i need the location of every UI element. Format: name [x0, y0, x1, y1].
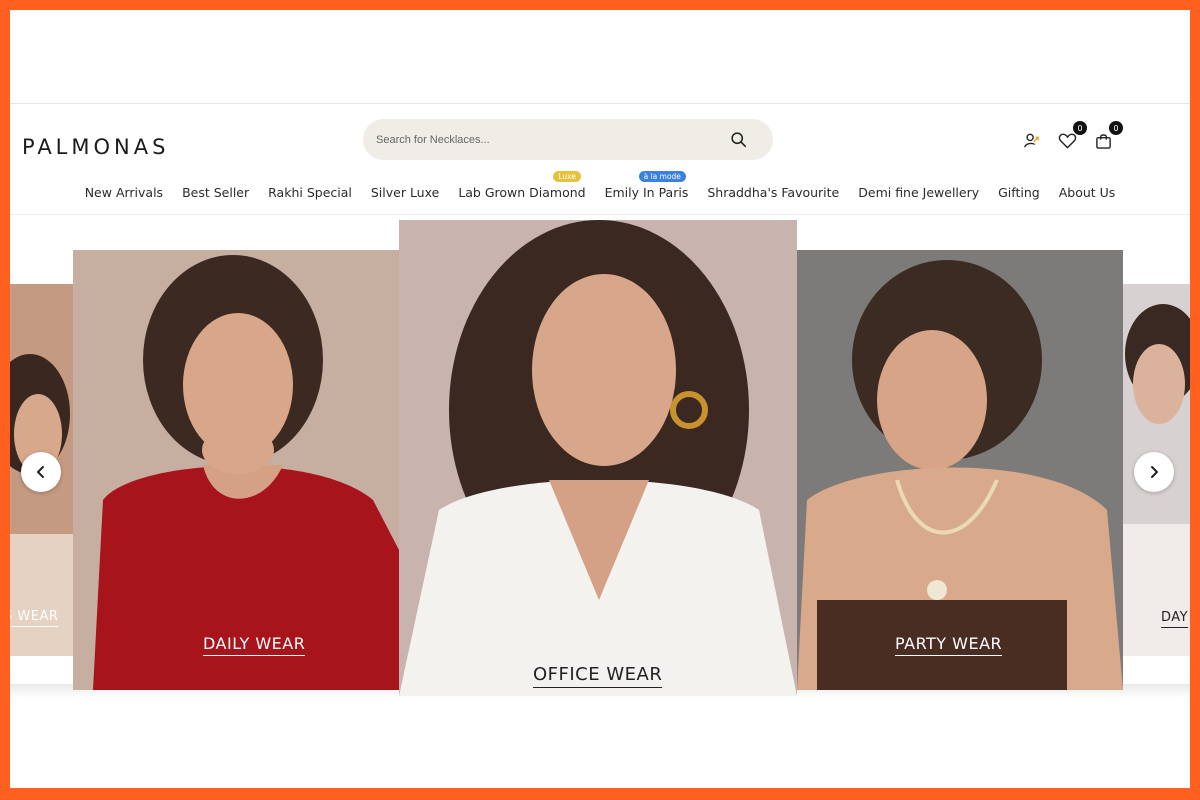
- chevron-left-icon: [37, 466, 44, 478]
- slide-image: [399, 220, 797, 696]
- nav-item-silver-luxe[interactable]: Silver Luxe: [371, 185, 439, 200]
- nav-item-shraddhas-favourite[interactable]: Shraddha's Favourite: [707, 185, 839, 200]
- search-icon[interactable]: [730, 131, 747, 148]
- nav-item-gifting[interactable]: Gifting: [998, 185, 1040, 200]
- cart-count-badge: 0: [1109, 121, 1123, 135]
- nav-item-label: Emily In Paris: [604, 185, 689, 200]
- slide-label: OFFICE WEAR: [533, 664, 663, 688]
- search-bar: [363, 119, 773, 160]
- carousel-prev-button[interactable]: [21, 452, 61, 492]
- nav-item-label: Lab Grown Diamond: [458, 185, 586, 200]
- carousel-next-button[interactable]: [1134, 452, 1174, 492]
- luxe-tag: Luxe: [553, 171, 581, 182]
- header-actions: 0 0: [1020, 121, 1123, 152]
- nav-item-about-us[interactable]: About Us: [1059, 185, 1116, 200]
- wishlist-button[interactable]: 0: [1056, 121, 1087, 152]
- wishlist-count-badge: 0: [1073, 121, 1087, 135]
- nav-item-rakhi-special[interactable]: Rakhi Special: [268, 185, 352, 200]
- search-input[interactable]: [376, 119, 716, 160]
- nav-item-best-seller[interactable]: Best Seller: [182, 185, 249, 200]
- category-carousel: S WEAR DAILY WEAR: [10, 216, 1190, 698]
- announcement-bar: [10, 10, 1190, 104]
- slide-label: DAILY WEAR: [203, 634, 306, 656]
- slide-image: [797, 250, 1123, 690]
- account-button[interactable]: [1020, 130, 1042, 152]
- carousel-slide-office-wear[interactable]: OFFICE WEAR: [399, 220, 797, 696]
- slide-label: S WEAR: [10, 609, 59, 627]
- site-header: PALMONAS 0: [10, 105, 1190, 215]
- page-frame: PALMONAS 0: [10, 10, 1190, 788]
- nav-item-demi-fine-jewellery[interactable]: Demi fine Jewellery: [858, 185, 979, 200]
- slide-label: DAY: [1161, 610, 1189, 628]
- nav-item-emily-in-paris[interactable]: à la mode Emily In Paris: [604, 171, 689, 200]
- cart-button[interactable]: 0: [1092, 121, 1123, 152]
- nav-item-lab-grown-diamond[interactable]: Luxe Lab Grown Diamond: [458, 171, 586, 200]
- main-navigation: New Arrivals Best Seller Rakhi Special S…: [10, 171, 1190, 200]
- chevron-right-icon: [1151, 466, 1158, 478]
- slide-image: [73, 250, 399, 690]
- brand-logo[interactable]: PALMONAS: [22, 135, 169, 159]
- carousel-slide-party-wear[interactable]: PARTY WEAR: [797, 250, 1123, 690]
- shopping-bag-icon: [1095, 134, 1111, 149]
- a-la-mode-tag: à la mode: [638, 171, 686, 182]
- user-icon: [1024, 133, 1039, 148]
- slide-label: PARTY WEAR: [895, 634, 1003, 656]
- nav-item-new-arrivals[interactable]: New Arrivals: [85, 185, 163, 200]
- heart-icon: [1058, 133, 1076, 149]
- carousel-slide-daily-wear[interactable]: DAILY WEAR: [73, 250, 399, 690]
